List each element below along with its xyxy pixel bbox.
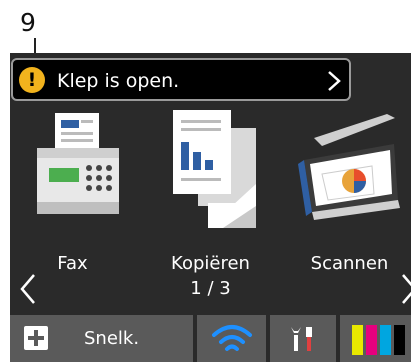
alert-bar[interactable]: ! Klep is open. [11, 58, 351, 101]
chevron-right-icon [328, 71, 341, 91]
tools-icon [291, 327, 312, 351]
wifi-icon [212, 325, 252, 351]
ink-level-icon [352, 325, 405, 355]
wifi-button[interactable] [197, 315, 266, 362]
settings-button[interactable] [270, 315, 336, 362]
shortcut-button[interactable]: Snelk. [10, 315, 193, 362]
pager: 1 / 3 [10, 270, 411, 310]
scan-tile[interactable]: Scannen [292, 108, 407, 274]
warning-icon: ! [19, 67, 45, 93]
fax-icon [37, 113, 119, 214]
plus-icon [24, 326, 48, 350]
shortcut-label: Snelk. [84, 328, 140, 349]
touchscreen: ! Klep is open. Fax Kopiëren Scannen 1 /… [10, 53, 411, 362]
ink-button[interactable] [340, 315, 411, 362]
alert-message: Klep is open. [57, 70, 180, 92]
chevron-right-icon[interactable] [401, 273, 411, 305]
page-indicator: 1 / 3 [190, 278, 231, 299]
copy-tile[interactable]: Kopiëren [153, 108, 268, 274]
bottom-bar: Snelk. [10, 313, 411, 362]
copy-icon [173, 110, 256, 228]
callout-number: 9 [20, 8, 36, 37]
scan-icon [298, 114, 400, 220]
fax-tile[interactable]: Fax [15, 108, 130, 274]
